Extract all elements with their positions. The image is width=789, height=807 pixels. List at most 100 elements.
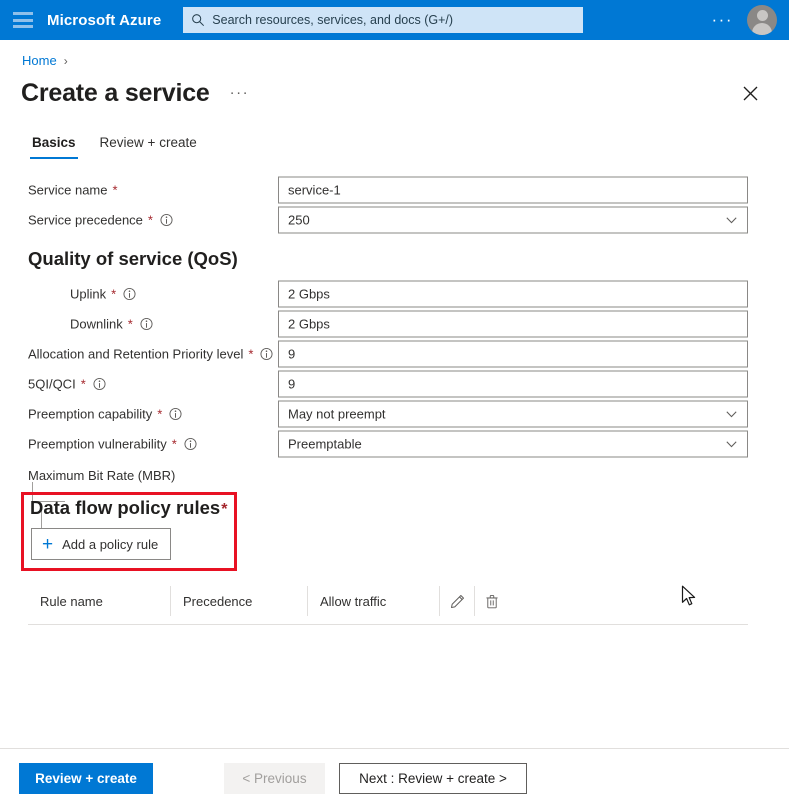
arp-level-value: 9	[288, 346, 296, 362]
global-search-placeholder: Search resources, services, and docs (G+…	[212, 13, 454, 27]
tab-review-create[interactable]: Review + create	[88, 130, 209, 159]
preemption-vulnerability-label: Preemption vulnerability *	[28, 437, 197, 452]
5qi-qci-value: 9	[288, 376, 296, 392]
column-header-rule-name[interactable]: Rule name	[28, 586, 170, 616]
column-header-precedence[interactable]: Precedence	[170, 586, 307, 616]
info-icon[interactable]	[93, 377, 106, 391]
column-header-allow-traffic[interactable]: Allow traffic	[307, 586, 439, 616]
policy-rules-table-header-row: Rule name Precedence Allow traffic	[28, 578, 748, 624]
topbar-right-actions: ···	[704, 0, 781, 40]
field-row-5qi-qci: 5QI/QCI * 9	[0, 370, 789, 398]
blade-tabs: Basics Review + create	[20, 130, 789, 159]
downlink-label: Downlink *	[70, 317, 153, 332]
uplink-label: Uplink *	[70, 287, 136, 302]
breadcrumb: Home ›	[22, 53, 789, 68]
required-asterisk: *	[112, 182, 118, 198]
close-blade-button[interactable]	[737, 80, 763, 106]
review-create-button[interactable]: Review + create	[19, 762, 153, 794]
search-icon	[192, 14, 205, 27]
column-header-rule-name-label: Rule name	[40, 593, 103, 609]
chevron-down-icon	[726, 410, 737, 417]
info-icon[interactable]	[169, 407, 182, 421]
policy-rules-table: Rule name Precedence Allow traffic	[28, 578, 748, 625]
tab-basics[interactable]: Basics	[20, 130, 88, 159]
column-header-edit[interactable]	[439, 586, 474, 616]
preemption-capability-label-text: Preemption capability	[28, 406, 153, 422]
page-header: Create a service ···	[21, 78, 789, 108]
service-precedence-value: 250	[288, 212, 310, 228]
arp-level-input[interactable]: 9	[278, 340, 748, 368]
service-precedence-label: Service precedence *	[28, 213, 173, 228]
delete-trash-icon	[486, 594, 498, 608]
account-avatar-icon[interactable]	[747, 5, 777, 35]
column-header-precedence-label: Precedence	[183, 593, 253, 609]
data-flow-policy-heading-text: Data flow policy rules	[30, 497, 221, 518]
field-row-uplink: Uplink * 2 Gbps	[0, 280, 789, 308]
field-row-service-name: Service name * service-1	[0, 176, 789, 204]
required-asterisk: *	[221, 501, 228, 518]
service-name-label: Service name *	[28, 183, 118, 198]
add-policy-rule-label: Add a policy rule	[62, 536, 159, 552]
global-search-input[interactable]: Search resources, services, and docs (G+…	[183, 7, 584, 33]
uplink-value: 2 Gbps	[288, 286, 330, 302]
arp-level-label-text: Allocation and Retention Priority level	[28, 346, 244, 362]
service-name-label-text: Service name	[28, 182, 108, 198]
create-service-form: Service name * service-1 Service precede…	[0, 176, 789, 534]
service-name-input[interactable]: service-1	[278, 176, 748, 204]
page-title: Create a service	[21, 79, 210, 107]
required-asterisk: *	[147, 212, 153, 228]
add-policy-rule-button[interactable]: + Add a policy rule	[31, 528, 172, 560]
preemption-vulnerability-label-text: Preemption vulnerability	[28, 436, 167, 452]
uplink-label-text: Uplink	[70, 286, 107, 302]
topbar-more-icon[interactable]: ···	[704, 11, 741, 29]
chevron-down-icon	[726, 216, 737, 223]
5qi-qci-input[interactable]: 9	[278, 370, 748, 398]
preemption-capability-value: May not preempt	[288, 406, 386, 422]
azure-top-navigation-bar: Microsoft Azure Search resources, servic…	[0, 0, 789, 40]
required-asterisk: *	[111, 286, 117, 302]
column-header-allow-traffic-label: Allow traffic	[320, 593, 387, 609]
field-row-downlink: Downlink * 2 Gbps	[0, 310, 789, 338]
info-icon[interactable]	[123, 287, 136, 301]
downlink-label-text: Downlink	[70, 316, 123, 332]
azure-brand-link[interactable]: Microsoft Azure	[47, 12, 161, 29]
breadcrumb-item-home[interactable]: Home	[22, 53, 57, 68]
required-asterisk: *	[171, 436, 177, 452]
field-row-arp-level: Allocation and Retention Priority level …	[0, 340, 789, 368]
info-icon[interactable]	[184, 437, 197, 451]
preemption-capability-label: Preemption capability *	[28, 407, 182, 422]
service-precedence-label-text: Service precedence	[28, 212, 143, 228]
required-asterisk: *	[157, 406, 163, 422]
blade-footer: Review + create < Previous Next : Review…	[0, 749, 789, 807]
required-asterisk: *	[248, 346, 254, 362]
5qi-qci-label: 5QI/QCI *	[28, 377, 106, 392]
mbr-group-label: Maximum Bit Rate (MBR)	[28, 468, 176, 483]
uplink-input[interactable]: 2 Gbps	[278, 280, 748, 308]
page-more-actions-icon[interactable]: ···	[226, 82, 254, 104]
arp-level-label: Allocation and Retention Priority level …	[28, 347, 273, 362]
required-asterisk: *	[80, 376, 86, 392]
data-flow-policy-heading: Data flow policy rules*	[30, 497, 227, 519]
info-icon[interactable]	[260, 347, 273, 361]
info-icon[interactable]	[160, 213, 173, 227]
field-row-service-precedence: Service precedence * 250	[0, 206, 789, 234]
preemption-vulnerability-value: Preemptable	[288, 436, 362, 452]
field-row-preemption-vulnerability: Preemption vulnerability * Preemptable	[0, 430, 789, 458]
info-icon[interactable]	[140, 317, 153, 331]
column-header-delete[interactable]	[474, 586, 509, 616]
previous-button: < Previous	[224, 762, 325, 794]
plus-icon: +	[42, 533, 54, 555]
5qi-qci-label-text: 5QI/QCI	[28, 376, 76, 392]
preemption-vulnerability-select[interactable]: Preemptable	[278, 430, 748, 458]
service-name-value: service-1	[288, 182, 341, 198]
downlink-input[interactable]: 2 Gbps	[278, 310, 748, 338]
service-precedence-select[interactable]: 250	[278, 206, 748, 234]
required-asterisk: *	[127, 316, 133, 332]
preemption-capability-select[interactable]: May not preempt	[278, 400, 748, 428]
field-row-preemption-capability: Preemption capability * May not preempt	[0, 400, 789, 428]
edit-pencil-icon	[450, 594, 464, 608]
hamburger-menu-icon[interactable]	[13, 12, 33, 28]
downlink-value: 2 Gbps	[288, 316, 330, 332]
breadcrumb-separator-icon: ›	[63, 53, 68, 68]
next-review-create-button[interactable]: Next : Review + create >	[339, 762, 527, 794]
